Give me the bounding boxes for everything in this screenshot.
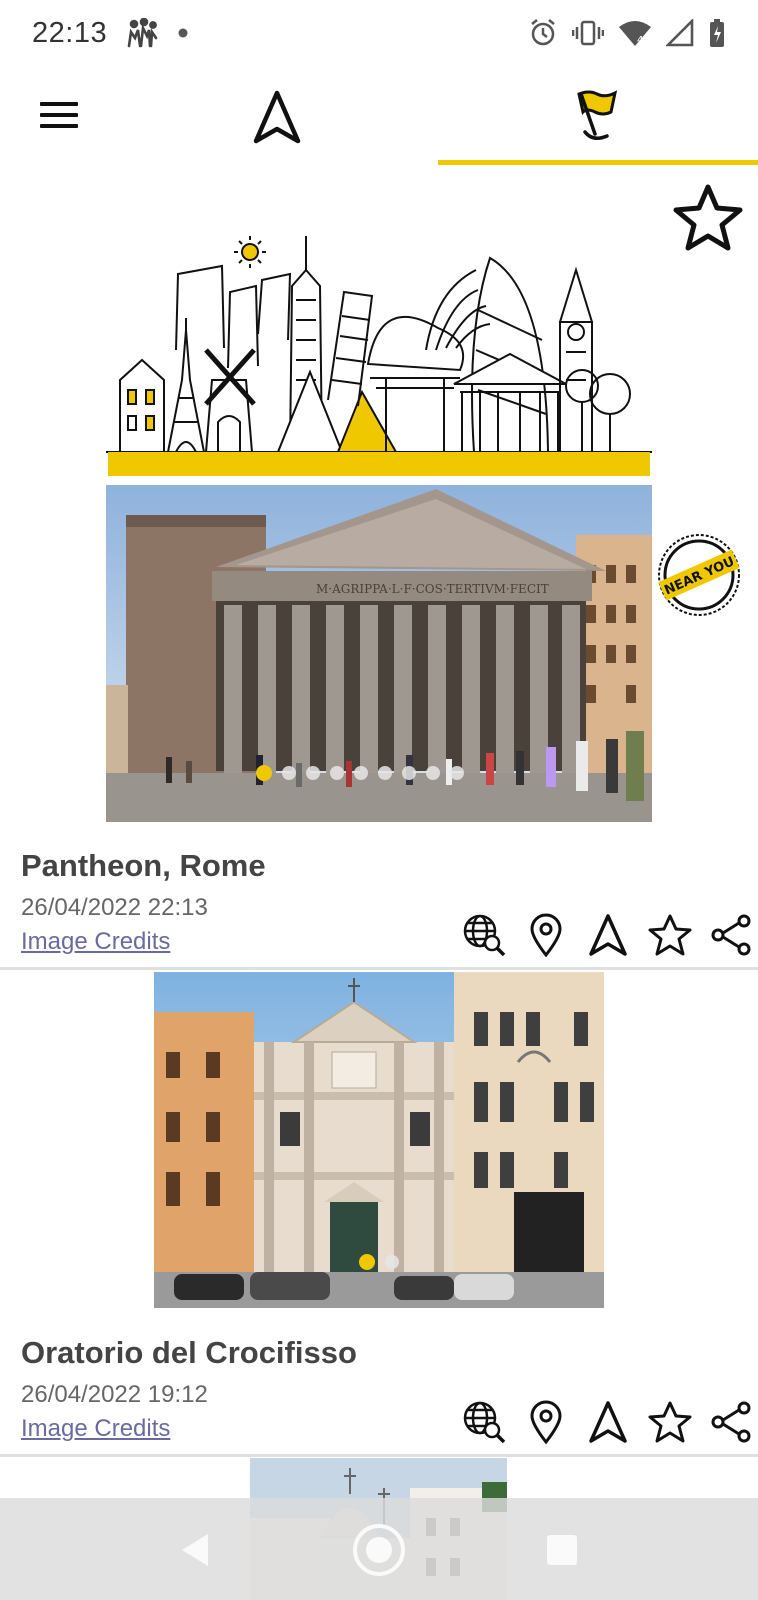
location-pin-icon bbox=[530, 913, 562, 957]
svg-text:4: 4 bbox=[637, 35, 643, 46]
alarm-icon bbox=[528, 18, 558, 48]
carousel-dot[interactable] bbox=[385, 1255, 399, 1269]
home-button[interactable] bbox=[351, 1522, 407, 1578]
navigation-arrow-icon bbox=[589, 1401, 627, 1443]
show-on-map-button[interactable] bbox=[524, 1400, 568, 1444]
share-button[interactable] bbox=[710, 913, 754, 957]
app-bar bbox=[0, 66, 758, 166]
photo-carousel-dots[interactable] bbox=[256, 765, 464, 781]
star-outline-icon bbox=[648, 1401, 692, 1443]
navigate-button[interactable] bbox=[586, 1400, 630, 1444]
carousel-dot[interactable] bbox=[282, 766, 296, 780]
globe-search-icon bbox=[463, 914, 506, 957]
recents-button[interactable] bbox=[534, 1522, 590, 1578]
favorite-button[interactable] bbox=[672, 182, 744, 254]
card-photo-oratorio[interactable] bbox=[154, 972, 604, 1308]
web-search-button[interactable] bbox=[462, 1400, 506, 1444]
back-button[interactable] bbox=[168, 1522, 224, 1578]
star-outline-icon bbox=[673, 184, 743, 251]
favorite-place-button[interactable] bbox=[648, 1400, 692, 1444]
photo-carousel-dots[interactable] bbox=[359, 1254, 399, 1270]
share-icon bbox=[711, 1401, 751, 1443]
back-icon bbox=[182, 1534, 208, 1566]
globe-search-icon bbox=[463, 1401, 506, 1444]
tab-places[interactable] bbox=[562, 84, 632, 150]
signal-icon bbox=[666, 19, 694, 47]
menu-icon-line bbox=[40, 124, 78, 128]
navigation-arrow-icon bbox=[253, 90, 301, 144]
vibrate-icon bbox=[572, 18, 604, 48]
active-tab-indicator bbox=[438, 160, 758, 165]
card-photo-pantheon[interactable]: M·AGRIPPA·L·F·COS·TERTIVM·FECIT bbox=[106, 485, 652, 822]
card-divider bbox=[0, 1454, 758, 1457]
card-actions bbox=[462, 1400, 754, 1444]
card-date: 26/04/2022 22:13 bbox=[21, 894, 208, 921]
star-outline-icon bbox=[648, 914, 692, 956]
card-title[interactable]: Oratorio del Crocifisso bbox=[21, 1335, 357, 1371]
home-icon bbox=[353, 1524, 405, 1576]
carousel-dot[interactable] bbox=[402, 766, 416, 780]
share-icon bbox=[711, 914, 751, 956]
notification-dot-icon bbox=[177, 27, 189, 39]
carousel-dot[interactable] bbox=[330, 766, 344, 780]
tab-navigation[interactable] bbox=[242, 84, 312, 150]
menu-icon-line bbox=[40, 102, 78, 106]
wifi-icon: 4 bbox=[618, 19, 652, 47]
people-icon bbox=[125, 18, 159, 48]
skyline-illustration bbox=[106, 230, 652, 478]
system-nav-bar bbox=[0, 1498, 758, 1600]
web-search-button[interactable] bbox=[462, 913, 506, 957]
card-date: 26/04/2022 19:12 bbox=[21, 1381, 208, 1408]
card-actions bbox=[462, 913, 754, 957]
card-title[interactable]: Pantheon, Rome bbox=[21, 848, 266, 884]
status-time: 22:13 bbox=[32, 16, 108, 49]
battery-icon bbox=[708, 18, 726, 48]
location-pin-icon bbox=[530, 1400, 562, 1444]
near-you-badge: NEAR YOU bbox=[656, 532, 742, 618]
carousel-dot[interactable] bbox=[426, 766, 440, 780]
navigate-button[interactable] bbox=[586, 913, 630, 957]
favorite-place-button[interactable] bbox=[648, 913, 692, 957]
share-button[interactable] bbox=[710, 1400, 754, 1444]
status-bar: 22:13 4 bbox=[0, 0, 758, 66]
image-credits-link[interactable]: Image Credits bbox=[21, 1415, 170, 1443]
carousel-dot[interactable] bbox=[306, 766, 320, 780]
flag-pin-icon bbox=[577, 90, 618, 140]
menu-button[interactable] bbox=[36, 96, 82, 136]
svg-text:M·AGRIPPA·L·F·COS·TERTIVM·FECI: M·AGRIPPA·L·F·COS·TERTIVM·FECIT bbox=[316, 582, 549, 596]
carousel-dot[interactable] bbox=[450, 766, 464, 780]
navigation-arrow-icon bbox=[589, 914, 627, 956]
menu-icon-line bbox=[40, 113, 78, 117]
skyline-baseline bbox=[108, 452, 650, 476]
show-on-map-button[interactable] bbox=[524, 913, 568, 957]
recents-icon bbox=[547, 1535, 577, 1565]
card-divider bbox=[0, 967, 758, 970]
image-credits-link[interactable]: Image Credits bbox=[21, 928, 170, 956]
carousel-dot[interactable] bbox=[256, 765, 272, 781]
carousel-dot[interactable] bbox=[378, 766, 392, 780]
carousel-dot[interactable] bbox=[359, 1254, 375, 1270]
carousel-dot[interactable] bbox=[354, 766, 368, 780]
